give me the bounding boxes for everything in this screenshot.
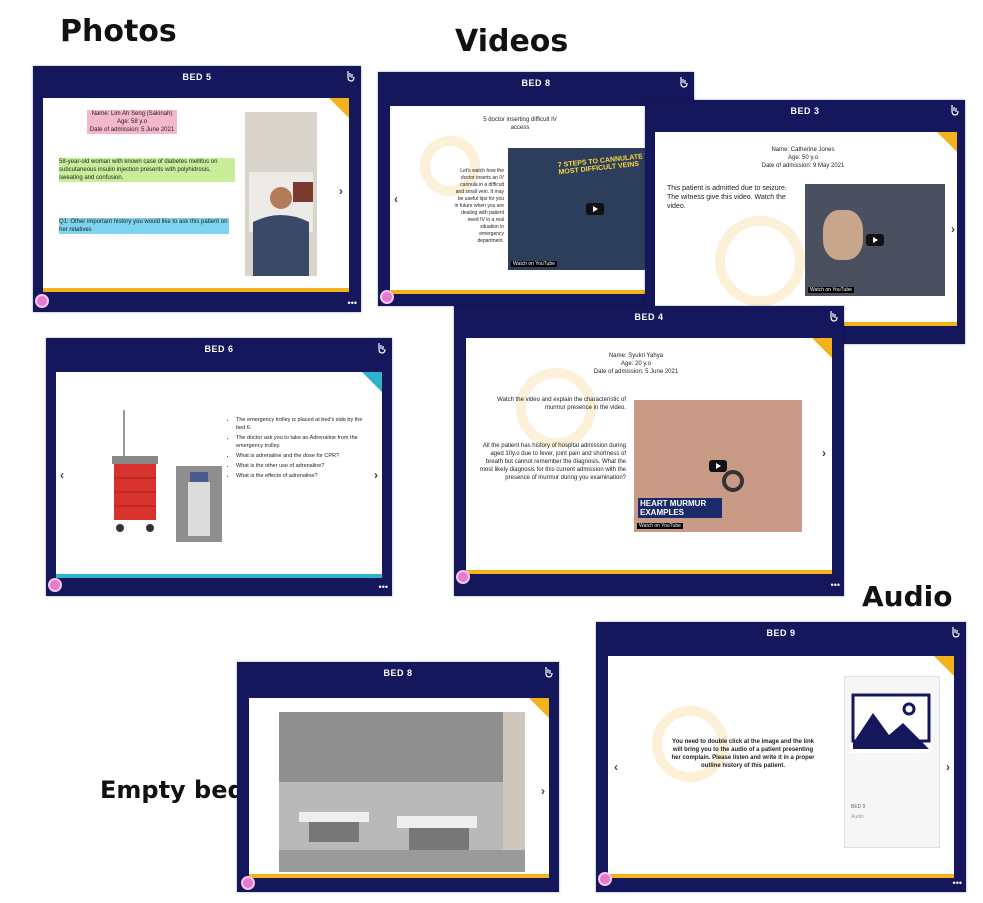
app-logo-icon [241,876,255,890]
slide-bar [249,874,549,878]
bullet-item: What is the other use of adrenaline? [236,462,366,470]
question-text: Q1: Other important history you would li… [59,218,229,234]
bed4-slide: Name: Syukri Yahya Age: 20 y.o Date of a… [466,338,832,574]
case-description: All the patient has history of hospital … [479,443,626,481]
hand-pointer-icon[interactable] [678,76,688,88]
video-player[interactable]: Watch on YouTube [805,184,945,296]
emergency-trolley-image [112,410,158,532]
corner-accent [362,372,382,392]
bed6-card[interactable]: BED 6 The emergency trolley is placed at… [46,338,392,596]
next-arrow[interactable]: › [339,184,343,198]
patient-info: Name: Catherine Jones Age: 50 y.o Date o… [761,147,845,169]
prev-arrow[interactable]: ‹ [394,192,398,206]
slide-body: This patient is admitted due to seizure.… [667,185,787,210]
bed4-title: BED 4 [634,312,664,322]
app-logo-icon [456,570,470,584]
photos-heading: Photos [60,14,177,49]
play-button-icon[interactable] [586,203,604,215]
more-options-icon[interactable]: ••• [953,878,962,888]
bed6-bullets: The emergency trolley is placed at bed's… [228,416,366,482]
hand-pointer-icon[interactable] [949,104,959,116]
bed8-empty-card[interactable]: BED 8 › [237,662,559,892]
prev-arrow[interactable]: ‹ [60,468,64,482]
hand-pointer-icon[interactable] [345,70,355,82]
patient-info: Name: Lim Ah Seng (Sakinah) Age: 58 y.o … [87,110,177,134]
stethoscope-shape [722,470,744,492]
video-description: Let's watch how the doctor inserts an IV… [454,168,504,244]
adrenaline-vial-image [176,466,222,542]
corner-accent [329,98,349,118]
app-logo-icon [35,294,49,308]
bed5-card[interactable]: BED 5 Name: Lim Ah Seng (Sakinah) Age: 5… [33,66,361,312]
lightbulb-icon [715,216,805,306]
image-caption-title: BED 9 [851,804,866,810]
bed9-title: BED 9 [766,628,796,638]
corner-accent [934,656,954,676]
video-player[interactable]: HEART MURMUR EXAMPLES Watch on YouTube [634,400,802,532]
slide-bar [466,570,832,574]
empty-ward-photo [279,712,525,872]
bed3-title: BED 3 [790,106,820,116]
bed8-empty-slide: › [249,698,549,878]
app-logo-icon [598,872,612,886]
corner-accent [937,132,957,152]
app-logo-icon [380,290,394,304]
youtube-link[interactable]: Watch on YouTube [637,523,683,529]
slide-bar [43,288,349,292]
audio-heading: Audio [862,580,953,613]
bed4-card[interactable]: BED 4 Name: Syukri Yahya Age: 20 y.o Dat… [454,306,844,596]
hand-pointer-icon[interactable] [376,342,386,354]
bullet-item: The emergency trolley is placed at bed's… [236,416,366,432]
audio-image-thumbnail[interactable]: BED 9 Audio [844,676,940,848]
bed9-slide: You need to double click at the image an… [608,656,954,878]
next-arrow[interactable]: › [541,784,545,798]
patient-photo [245,112,317,276]
bed8-slide: 5 doctor inserting difficult IV access L… [390,106,682,294]
video-instruction: Watch the video and explain the characte… [497,397,626,411]
empty-bed-heading: Empty bed [100,776,245,804]
more-options-icon[interactable]: ••• [379,582,388,592]
corner-accent [529,698,549,718]
corner-accent [812,338,832,358]
next-arrow[interactable]: › [374,468,378,482]
slide-bar [390,290,682,294]
slide-bar [608,874,954,878]
image-caption-sub: Audio [851,814,864,820]
bed8-empty-title: BED 8 [383,668,413,678]
bed3-slide: Name: Catherine Jones Age: 50 y.o Date o… [655,132,957,326]
slide-bar [56,574,382,578]
bed6-title: BED 6 [204,344,234,354]
patient-thumbnail [823,210,863,260]
image-placeholder-icon[interactable] [851,693,931,753]
patient-history: 58-year-old woman with known case of dia… [59,158,235,182]
prev-arrow[interactable]: ‹ [614,760,618,774]
next-arrow[interactable]: › [822,446,826,460]
bed5-slide: Name: Lim Ah Seng (Sakinah) Age: 58 y.o … [43,98,349,292]
bed8-title: BED 8 [521,78,551,88]
next-arrow[interactable]: › [946,760,950,774]
patient-info: Name: Syukri Yahya Age: 20 y.o Date of a… [593,353,679,375]
hand-pointer-icon[interactable] [950,626,960,638]
videos-heading: Videos [455,24,569,59]
play-button-icon[interactable] [866,234,884,246]
bed9-card[interactable]: BED 9 You need to double click at the im… [596,622,966,892]
next-arrow[interactable]: › [951,222,955,236]
bed6-slide: The emergency trolley is placed at bed's… [56,372,382,578]
more-options-icon[interactable]: ••• [348,298,357,308]
play-button-icon[interactable] [709,460,727,472]
audio-instructions: You need to double click at the image an… [671,739,815,769]
more-options-icon[interactable]: ••• [831,580,840,590]
video-banner: HEART MURMUR EXAMPLES [638,498,722,518]
bullet-item: The doctor ask you to take an Adrenaline… [236,434,366,450]
hand-pointer-icon[interactable] [828,310,838,322]
youtube-link[interactable]: Watch on YouTube [511,261,557,267]
bullet-item: What is adrenaline and the dose for CPR? [236,452,366,460]
bullet-item: What is the effects of adrenaline? [236,472,366,480]
bed5-title: BED 5 [182,72,212,82]
hand-pointer-icon[interactable] [543,666,553,678]
video-title: 5 doctor inserting difficult IV access [483,117,557,131]
app-logo-icon [48,578,62,592]
youtube-link[interactable]: Watch on YouTube [808,287,854,293]
